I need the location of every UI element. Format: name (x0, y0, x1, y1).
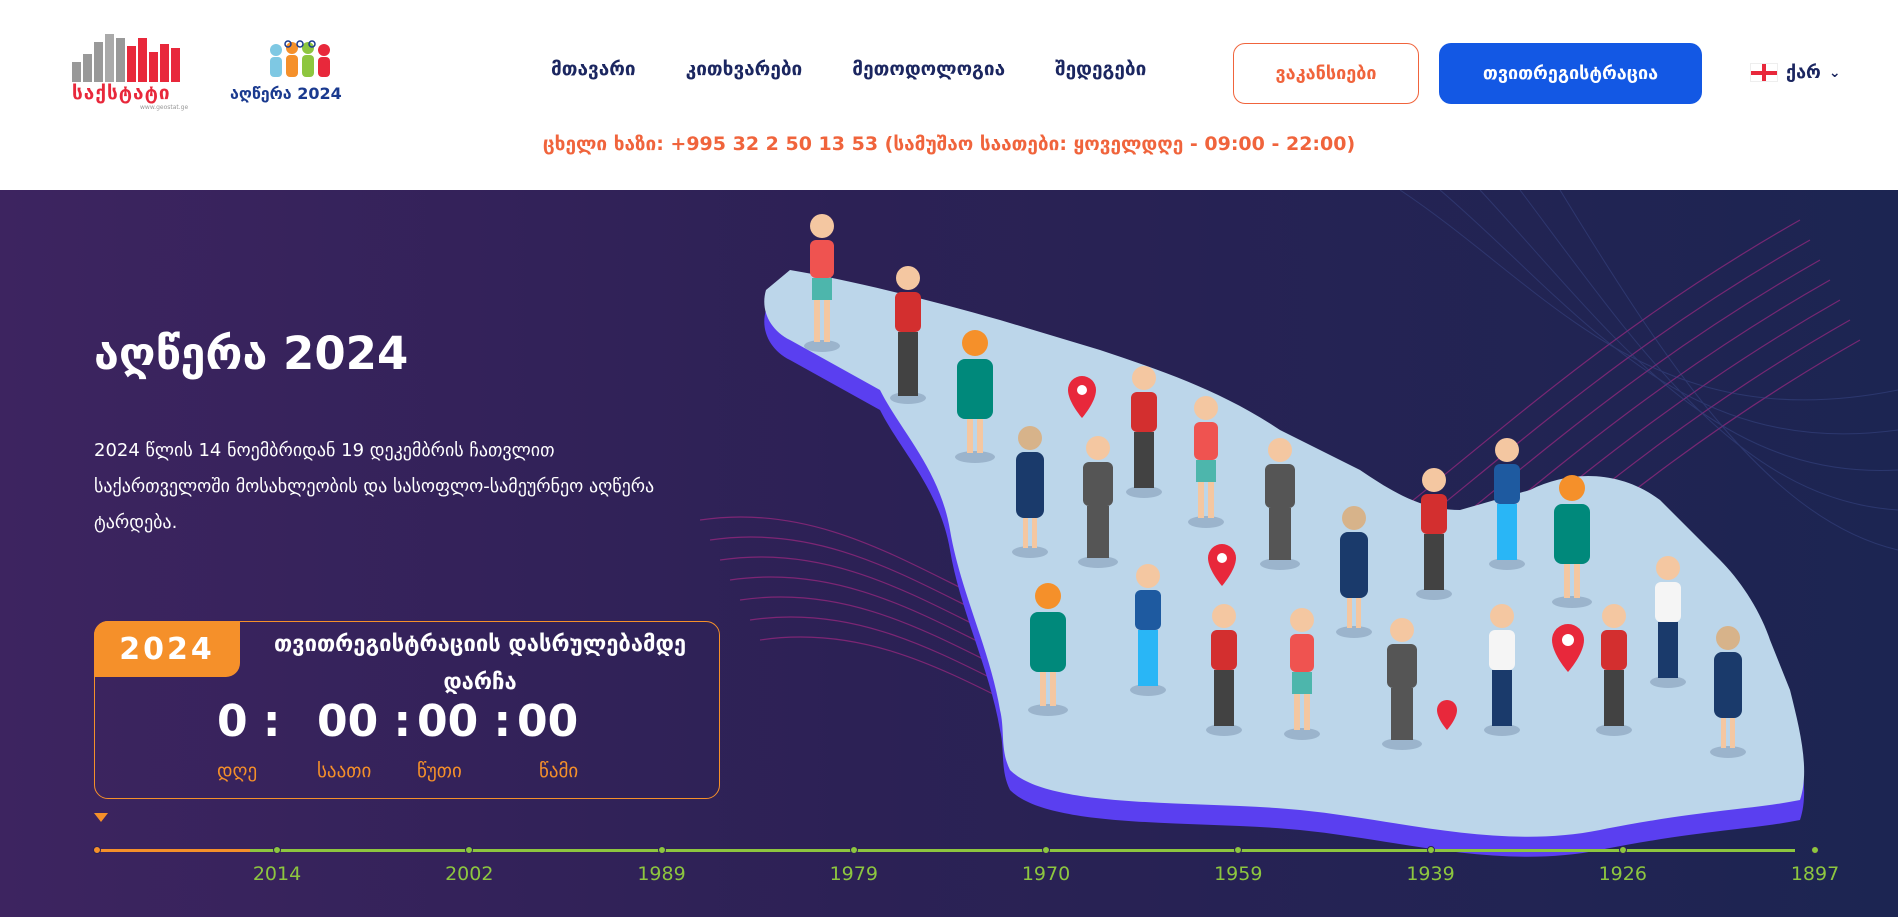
countdown-title: თვითრეგისტრაციის დასრულებამდე დარჩა (273, 632, 687, 695)
self-registration-button[interactable]: თვითრეგისტრაცია (1439, 43, 1702, 104)
hotline-info: ცხელი ხაზი: +995 32 2 50 13 53 (სამუშაო … (542, 133, 1356, 155)
timeline-year-label[interactable]: 1926 (1599, 863, 1647, 885)
countdown-seconds-label: წამი (539, 760, 579, 782)
countdown-seconds: 00 (517, 696, 579, 747)
bar-chart-logo-icon (72, 34, 187, 82)
timeline-year-label[interactable]: 2014 (253, 863, 301, 885)
main-nav: მთავარი კითხვარები მეთოდოლოგია შედეგები (551, 58, 1196, 80)
timeline-year-label[interactable]: 1989 (637, 863, 685, 885)
language-switcher[interactable]: ქარ ⌄ (1750, 62, 1841, 83)
timeline-dot[interactable] (849, 846, 858, 854)
georgia-map-illustration (700, 190, 1898, 857)
timeline-dot[interactable] (1042, 846, 1050, 854)
timeline-progress (97, 849, 250, 852)
timeline-dot[interactable] (1426, 846, 1435, 854)
chevron-down-icon: ⌄ (1828, 64, 1841, 81)
timeline-dot[interactable] (657, 846, 666, 854)
census-logo-text: აღწერა 2024 (230, 84, 342, 103)
timeline-year-label[interactable]: 1979 (830, 863, 878, 885)
hero-section: აღწერა 2024 2024 წლის 14 ნოემბრიდან 19 დ… (0, 190, 1898, 917)
vacancies-button[interactable]: ვაკანსიები (1233, 43, 1419, 104)
timeline-dot[interactable] (1811, 846, 1819, 854)
year-badge: 2024 (94, 621, 240, 677)
hero-description: 2024 წლის 14 ნოემბრიდან 19 დეკემბრის ჩათ… (94, 440, 655, 533)
countdown-days-label: დღე (217, 760, 258, 782)
hero-title: აღწერა 2024 (94, 327, 409, 380)
timeline-dot[interactable] (465, 846, 474, 854)
countdown-hours-label: საათი (317, 760, 372, 782)
timeline-year-label[interactable]: 1970 (1022, 863, 1070, 885)
countdown-days: 0 : (217, 696, 281, 747)
timeline-year-label[interactable]: 1897 (1791, 863, 1839, 885)
timeline-marker-icon (94, 813, 108, 822)
timeline-year-label[interactable]: 2002 (445, 863, 493, 885)
census-people-icon (270, 40, 330, 77)
timeline-dot[interactable] (273, 846, 281, 854)
countdown-minutes-label: წუთი (417, 760, 462, 782)
geostat-logo-text: საქსტატი (72, 82, 171, 104)
site-header: საქსტატი www.geostat.ge აღწერა 2024 მთავ… (0, 0, 1898, 190)
georgia-flag-icon (1750, 63, 1778, 82)
countdown-box: 2024 თვითრეგისტრაციის დასრულებამდე დარჩა… (94, 621, 720, 799)
nav-item-home[interactable]: მთავარი (551, 58, 636, 80)
nav-item-results[interactable]: შედეგები (1055, 58, 1146, 80)
nav-item-questionnaires[interactable]: კითხვარები (686, 58, 803, 80)
geostat-logo[interactable]: საქსტატი www.geostat.ge (72, 34, 189, 111)
timeline-dot[interactable] (1618, 846, 1627, 854)
geostat-logo-url: www.geostat.ge (140, 104, 189, 111)
census-timeline (93, 846, 1819, 854)
countdown-hours: 00 : (317, 696, 412, 747)
timeline-year-label[interactable]: 1959 (1214, 863, 1262, 885)
language-label: ქარ (1786, 62, 1821, 83)
timeline-start-dot (93, 846, 101, 854)
timeline-year-label[interactable]: 1939 (1406, 863, 1454, 885)
countdown-minutes: 00 : (417, 696, 512, 747)
census-logo[interactable]: აღწერა 2024 (228, 38, 358, 108)
nav-item-methodology[interactable]: მეთოდოლოგია (852, 58, 1005, 80)
